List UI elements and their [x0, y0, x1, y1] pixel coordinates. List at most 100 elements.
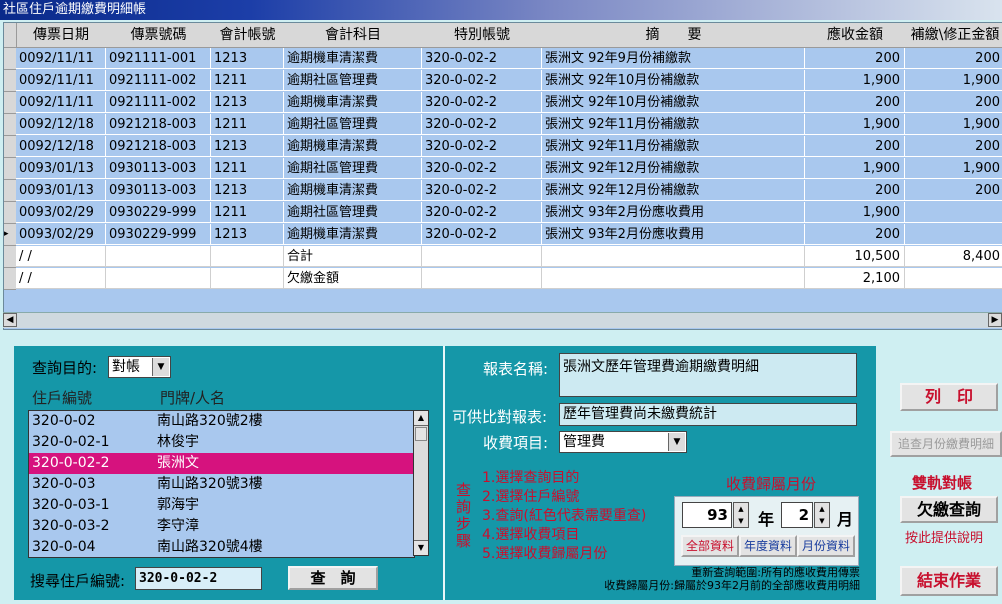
- table-cell[interactable]: 200: [805, 92, 905, 113]
- table-cell[interactable]: 0921218-003: [106, 114, 211, 135]
- table-cell[interactable]: 0092/12/18: [16, 114, 106, 135]
- table-cell[interactable]: 1211: [211, 158, 284, 179]
- table-cell[interactable]: 張洲文 93年2月份應收費用: [542, 202, 805, 223]
- data-grid[interactable]: 傳票日期 傳票號碼 會計帳號 會計科目 特別帳號摘 要應收金額 補繳\修正金額 0092/1…: [3, 22, 1002, 330]
- row-selector[interactable]: [4, 202, 16, 224]
- table-cell[interactable]: 0921111-002: [106, 92, 211, 113]
- table-cell[interactable]: [211, 246, 284, 267]
- list-item[interactable]: 320-0-03-1 郭海宇: [29, 495, 414, 516]
- table-cell[interactable]: 張洲文 92年10月份補繳款: [542, 92, 805, 113]
- row-selector[interactable]: [4, 48, 16, 70]
- table-cell[interactable]: 1,900: [805, 202, 905, 223]
- month-spinner-icon[interactable]: ▲ ▼: [814, 502, 830, 528]
- table-cell[interactable]: 張洲文 92年11月份補繳款: [542, 114, 805, 135]
- table-cell[interactable]: 1211: [211, 70, 284, 91]
- purpose-select[interactable]: 對帳 ▼: [108, 356, 171, 378]
- table-cell[interactable]: 逾期機車清潔費: [284, 136, 422, 157]
- exit-button[interactable]: 結束作業: [900, 566, 998, 596]
- table-cell[interactable]: 逾期機車清潔費: [284, 224, 422, 245]
- month-input[interactable]: 2: [781, 502, 813, 528]
- column-header[interactable]: 會計科目: [284, 23, 423, 48]
- list-item[interactable]: 320-0-02-2 張洲文: [29, 453, 414, 474]
- table-cell[interactable]: [106, 246, 211, 267]
- table-cell[interactable]: 1211: [211, 114, 284, 135]
- table-cell[interactable]: 0921218-003: [106, 136, 211, 157]
- scroll-thumb[interactable]: [415, 427, 427, 441]
- row-selector[interactable]: [4, 268, 16, 290]
- household-search-input[interactable]: 320-0-02-2: [135, 567, 262, 590]
- column-header[interactable]: 傳票日期: [16, 23, 107, 48]
- table-cell[interactable]: 1213: [211, 224, 284, 245]
- table-cell[interactable]: / /: [16, 246, 106, 267]
- table-cell[interactable]: 0930229-999: [106, 224, 211, 245]
- year-data-button[interactable]: 年度資料: [739, 535, 797, 557]
- row-selector[interactable]: [4, 158, 16, 180]
- table-cell[interactable]: 200: [805, 136, 905, 157]
- month-data-button[interactable]: 月份資料: [797, 535, 855, 557]
- fee-item-select[interactable]: 管理費 ▼: [559, 431, 687, 453]
- table-cell[interactable]: 逾期機車清潔費: [284, 92, 422, 113]
- table-cell[interactable]: 1211: [211, 202, 284, 223]
- table-cell[interactable]: 0092/12/18: [16, 136, 106, 157]
- table-cell[interactable]: [905, 202, 1002, 223]
- row-selector[interactable]: ▸: [4, 224, 16, 246]
- table-cell[interactable]: 1213: [211, 92, 284, 113]
- column-header[interactable]: 傳票號碼: [106, 23, 212, 48]
- household-list[interactable]: 320-0-02 南山路320號2樓 320-0-02-1 林俊宇 320-0-02-2…: [28, 410, 415, 558]
- list-item[interactable]: 320-0-03-2 李守漳: [29, 516, 414, 537]
- table-cell[interactable]: 320-0-02-2: [422, 202, 542, 223]
- table-cell[interactable]: 1213: [211, 180, 284, 201]
- chevron-down-icon[interactable]: ▼: [152, 358, 169, 376]
- table-cell[interactable]: 張洲文 93年2月份應收費用: [542, 224, 805, 245]
- row-selector[interactable]: [4, 92, 16, 114]
- table-cell[interactable]: 200: [905, 48, 1002, 69]
- table-cell[interactable]: 1,900: [805, 70, 905, 91]
- scroll-up-icon[interactable]: ▲: [414, 411, 428, 426]
- column-header[interactable]: 特別帳號: [422, 23, 543, 48]
- table-cell[interactable]: 0921111-002: [106, 70, 211, 91]
- table-cell[interactable]: 320-0-02-2: [422, 158, 542, 179]
- table-cell[interactable]: [542, 268, 805, 289]
- table-cell[interactable]: 逾期社區管理費: [284, 202, 422, 223]
- table-cell[interactable]: 10,500: [805, 246, 905, 267]
- table-cell[interactable]: 0093/02/29: [16, 224, 106, 245]
- table-cell[interactable]: [211, 268, 284, 289]
- chevron-down-icon[interactable]: ▼: [668, 433, 685, 451]
- table-cell[interactable]: [422, 246, 542, 267]
- table-cell[interactable]: 逾期社區管理費: [284, 70, 422, 91]
- table-cell[interactable]: 0921111-001: [106, 48, 211, 69]
- list-scrollbar[interactable]: ▲ ▼: [413, 410, 429, 556]
- table-cell[interactable]: [106, 268, 211, 289]
- table-cell[interactable]: 0092/11/11: [16, 70, 106, 91]
- table-cell[interactable]: 逾期機車清潔費: [284, 180, 422, 201]
- horizontal-scrollbar[interactable]: ◀ ▶: [3, 312, 1002, 328]
- table-cell[interactable]: 320-0-02-2: [422, 180, 542, 201]
- column-header[interactable]: 會計帳號: [211, 23, 285, 48]
- table-cell[interactable]: 1213: [211, 136, 284, 157]
- table-cell[interactable]: 320-0-02-2: [422, 92, 542, 113]
- table-cell[interactable]: 1,900: [905, 114, 1002, 135]
- print-button[interactable]: 列 印: [900, 383, 998, 411]
- column-header[interactable]: 摘 要: [542, 23, 806, 48]
- table-cell[interactable]: 1,900: [905, 70, 1002, 91]
- table-cell[interactable]: 320-0-02-2: [422, 70, 542, 91]
- table-cell[interactable]: 張洲文 92年11月份補繳款: [542, 136, 805, 157]
- table-cell[interactable]: 320-0-02-2: [422, 224, 542, 245]
- table-cell[interactable]: 320-0-02-2: [422, 114, 542, 135]
- query-button[interactable]: 查 詢: [288, 566, 378, 590]
- arrears-query-button[interactable]: 欠繳查詢: [900, 496, 998, 523]
- table-cell[interactable]: / /: [16, 268, 106, 289]
- table-cell[interactable]: [422, 268, 542, 289]
- table-cell[interactable]: 200: [905, 136, 1002, 157]
- table-cell[interactable]: 逾期社區管理費: [284, 158, 422, 179]
- table-cell[interactable]: 0930229-999: [106, 202, 211, 223]
- table-cell[interactable]: 0092/11/11: [16, 48, 106, 69]
- table-cell[interactable]: 200: [805, 48, 905, 69]
- table-cell[interactable]: 逾期社區管理費: [284, 114, 422, 135]
- table-cell[interactable]: 張洲文 92年10月份補繳款: [542, 70, 805, 91]
- table-cell[interactable]: [905, 268, 1002, 289]
- table-cell[interactable]: 0930113-003: [106, 180, 211, 201]
- table-cell[interactable]: 320-0-02-2: [422, 48, 542, 69]
- list-item[interactable]: 320-0-02 南山路320號2樓: [29, 411, 414, 432]
- table-cell[interactable]: 張洲文 92年12月份補繳款: [542, 158, 805, 179]
